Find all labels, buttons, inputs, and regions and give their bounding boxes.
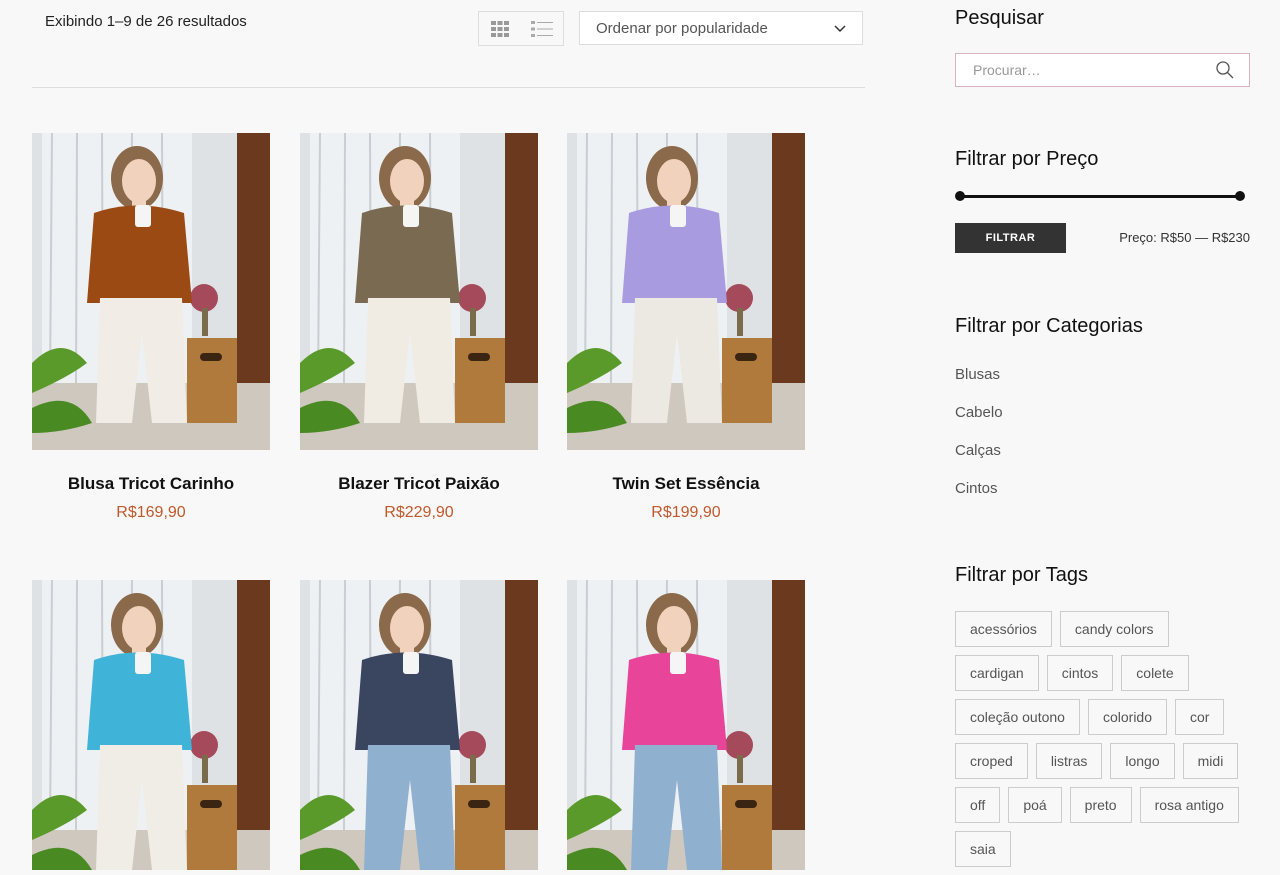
product-title[interactable]: Twin Set Essência [567, 474, 805, 494]
toolbar-divider [32, 87, 865, 88]
product-card[interactable] [300, 580, 538, 870]
product-card[interactable] [567, 580, 805, 870]
tag-link[interactable]: poá [1008, 787, 1062, 823]
tags-heading: Filtrar por Tags [955, 564, 1089, 586]
category-link[interactable]: Calças [955, 442, 1003, 480]
tag-link[interactable]: listras [1035, 743, 1103, 779]
product-title[interactable]: Blazer Tricot Paixão [300, 474, 538, 494]
category-list: Blusas Cabelo Calças Cintos [955, 366, 1003, 518]
price-range-label: Preço: R$50 — R$230 [1119, 230, 1250, 245]
product-image[interactable] [567, 133, 805, 450]
category-link[interactable]: Cintos [955, 480, 1003, 518]
categories-heading: Filtrar por Categorias [955, 315, 1143, 337]
price-slider-max-handle[interactable] [1235, 191, 1245, 201]
price-slider[interactable] [955, 191, 1245, 201]
search-heading: Pesquisar [955, 7, 1044, 29]
tag-link[interactable]: colete [1121, 655, 1189, 691]
product-card[interactable]: Blazer Tricot Paixão R$229,90 [300, 133, 538, 522]
product-card[interactable]: Twin Set Essência R$199,90 [567, 133, 805, 522]
tag-link[interactable]: rosa antigo [1139, 787, 1239, 823]
tag-link[interactable]: cor [1175, 699, 1225, 735]
price-slider-track [960, 195, 1240, 198]
list-icon [531, 20, 553, 37]
chevron-down-icon [834, 25, 846, 33]
product-image[interactable] [32, 580, 270, 870]
tag-link[interactable]: saia [955, 831, 1011, 867]
price-filter-heading: Filtrar por Preço [955, 148, 1099, 170]
tag-link[interactable]: croped [955, 743, 1028, 779]
price-slider-min-handle[interactable] [955, 191, 965, 201]
search-icon[interactable] [1216, 61, 1234, 79]
view-toggle [478, 11, 564, 46]
tag-link[interactable]: colorido [1087, 699, 1167, 735]
tag-link[interactable]: off [955, 787, 1001, 823]
tag-link[interactable]: cintos [1046, 655, 1114, 691]
grid-view-button[interactable] [479, 12, 521, 45]
tag-link[interactable]: preto [1069, 787, 1132, 823]
tag-link[interactable]: cardigan [955, 655, 1039, 691]
sort-select-value: Ordenar por popularidade [596, 19, 768, 37]
product-image[interactable] [567, 580, 805, 870]
tag-link[interactable]: longo [1110, 743, 1175, 779]
grid-icon [491, 20, 509, 37]
product-price: R$169,90 [116, 504, 186, 521]
product-title[interactable]: Blusa Tricot Carinho [32, 474, 270, 494]
tag-link[interactable]: midi [1182, 743, 1239, 779]
filter-button[interactable]: FILTRAR [955, 223, 1066, 253]
search-box [955, 53, 1250, 87]
tag-cloud: acessórios candy colorscardigan cintos cole… [955, 611, 1255, 875]
product-image[interactable] [300, 133, 538, 450]
product-price: R$199,90 [651, 504, 721, 521]
product-image[interactable] [32, 133, 270, 450]
sort-select[interactable]: Ordenar por popularidade [579, 11, 863, 45]
product-card[interactable]: Blusa Tricot Carinho R$169,90 [32, 133, 270, 522]
product-price: R$229,90 [384, 504, 454, 521]
result-count: Exibindo 1–9 de 26 resultados [45, 13, 247, 30]
tag-link[interactable]: acessórios [955, 611, 1052, 647]
product-card[interactable] [32, 580, 270, 870]
product-image[interactable] [300, 580, 538, 870]
category-link[interactable]: Cabelo [955, 404, 1003, 442]
tag-link[interactable]: candy colors [1059, 611, 1169, 647]
search-input[interactable] [971, 61, 1216, 79]
list-view-button[interactable] [521, 12, 563, 45]
tag-link[interactable]: coleção outono [955, 699, 1080, 735]
category-link[interactable]: Blusas [955, 366, 1003, 404]
